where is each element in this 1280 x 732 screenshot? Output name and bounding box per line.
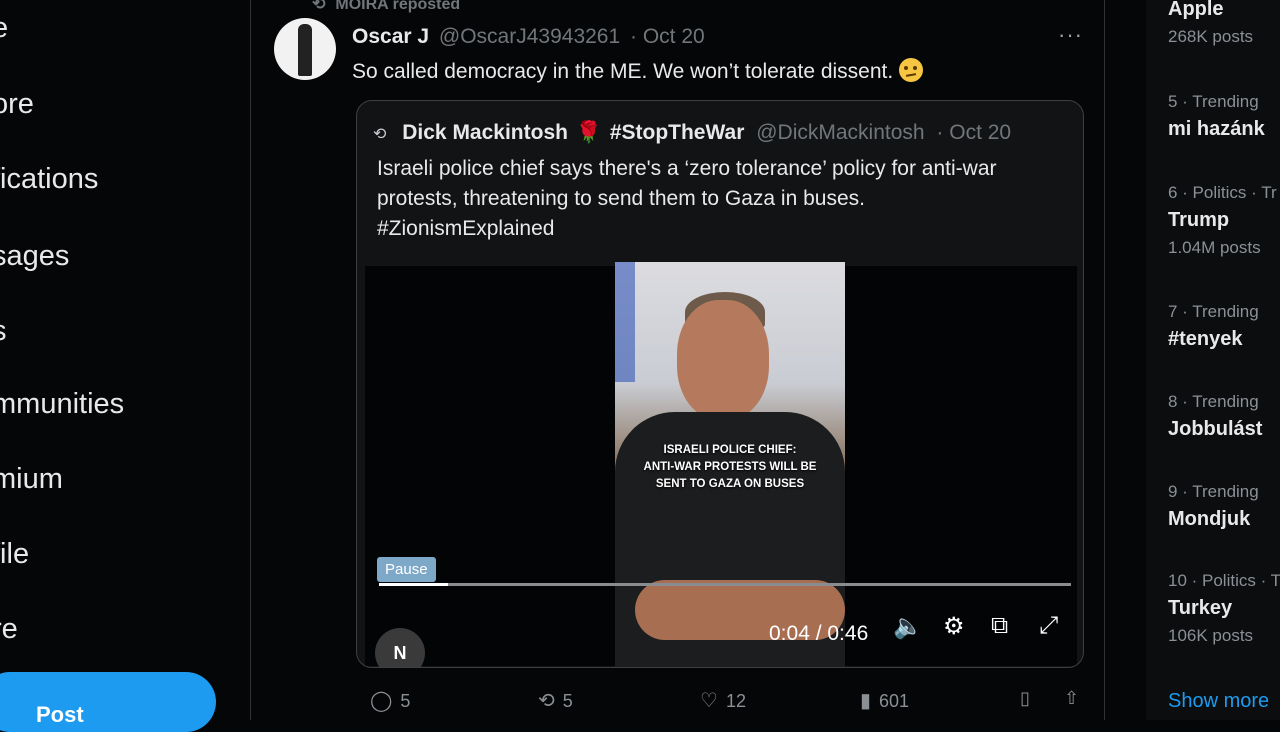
trend-meta: 9 · Trending bbox=[1168, 482, 1259, 501]
post-button[interactable]: Post bbox=[0, 672, 216, 732]
nav-item-lists[interactable]: s bbox=[0, 315, 7, 348]
channel-logo-icon: N bbox=[375, 628, 425, 667]
quote-header: ⟲ Dick Mackintosh 🌹 #StopTheWar @DickMac… bbox=[373, 121, 1011, 145]
share-icon[interactable]: ⇧ bbox=[1064, 688, 1079, 709]
video-progress-fill bbox=[379, 583, 449, 586]
trend-item[interactable]: Apple 268K posts bbox=[1168, 0, 1253, 47]
trend-title: Apple bbox=[1168, 0, 1224, 20]
trend-meta: 6 · Politics · Tr bbox=[1168, 183, 1277, 202]
nav-item-explore[interactable]: ore bbox=[0, 88, 34, 121]
repost-text: MOIRA reposted bbox=[335, 0, 461, 13]
tweet-date[interactable]: · Oct 20 bbox=[630, 25, 705, 48]
quote-text-line: Israeli police chief says there's a ‘zer… bbox=[377, 157, 997, 180]
trend-meta: 10 · Politics · T bbox=[1168, 571, 1280, 590]
nav-item-messages[interactable]: sages bbox=[0, 240, 69, 273]
trend-item[interactable]: 5 · Trending mi hazánk bbox=[1168, 92, 1265, 141]
repost-indicator: ⟲ MOIRA reposted bbox=[312, 0, 460, 14]
avatar-figure bbox=[298, 24, 312, 76]
like-button[interactable]: ♡ 12 bbox=[700, 688, 746, 713]
trend-title: Trump bbox=[1168, 209, 1230, 231]
video-caption-line: ISRAELI POLICE CHIEF: bbox=[663, 444, 797, 456]
view-count: 601 bbox=[879, 691, 910, 711]
repost-icon: ⟲ bbox=[373, 126, 387, 143]
rose-icon: 🌹 bbox=[575, 121, 602, 144]
pause-tooltip: Pause bbox=[377, 557, 436, 582]
quoted-tweet[interactable]: ⟲ Dick Mackintosh 🌹 #StopTheWar @DickMac… bbox=[356, 100, 1084, 668]
quote-author-name[interactable]: Dick Mackintosh bbox=[402, 121, 568, 144]
trend-item[interactable]: 9 · Trending Mondjuk bbox=[1168, 482, 1259, 531]
trend-item[interactable]: 7 · Trending #tenyek bbox=[1168, 302, 1259, 351]
settings-gear-icon[interactable]: ⚙ bbox=[943, 612, 965, 641]
tweet-actions: ◯ 5 ⟲ 5 ♡ 12 ▮ 601 ▯ ⇧ bbox=[362, 684, 1082, 720]
column-divider-left bbox=[250, 0, 251, 720]
video-player[interactable]: ISRAELI POLICE CHIEF: ANTI-WAR PROTESTS … bbox=[365, 262, 1077, 667]
eye-roll-emoji-icon bbox=[899, 58, 924, 82]
tweet-text: So called democracy in the ME. We won’t … bbox=[352, 58, 924, 84]
show-more-link[interactable]: Show more bbox=[1168, 690, 1269, 713]
quote-author-tag: #StopTheWar bbox=[609, 121, 745, 144]
fullscreen-icon[interactable]: ⤢ bbox=[1039, 612, 1058, 640]
tweet-header: Oscar J @OscarJ43943261 · Oct 20 bbox=[352, 25, 705, 49]
reply-icon: ◯ bbox=[370, 690, 393, 712]
trend-item[interactable]: 8 · Trending Jobbulást bbox=[1168, 392, 1262, 441]
trend-title: Jobbulást bbox=[1168, 418, 1263, 440]
bookmark-icon[interactable]: ▯ bbox=[1020, 688, 1030, 709]
picture-in-picture-icon[interactable]: ⧉ bbox=[991, 612, 1008, 640]
avatar[interactable] bbox=[274, 18, 336, 80]
tweet-text-body: So called democracy in the ME. We won’t … bbox=[352, 60, 894, 83]
quote-text: Israeli police chief says there's a ‘zer… bbox=[377, 154, 1067, 244]
trend-posts: 1.04M posts bbox=[1168, 238, 1261, 257]
repost-icon: ⟲ bbox=[538, 690, 555, 712]
author-handle[interactable]: @OscarJ43943261 bbox=[439, 25, 620, 48]
video-frame: ISRAELI POLICE CHIEF: ANTI-WAR PROTESTS … bbox=[615, 262, 845, 667]
video-progress-bar[interactable] bbox=[379, 583, 1071, 586]
trend-meta: 5 · Trending bbox=[1168, 92, 1259, 111]
column-divider-right bbox=[1104, 0, 1105, 720]
heart-icon: ♡ bbox=[700, 690, 718, 712]
trend-posts: 268K posts bbox=[1168, 27, 1254, 46]
volume-icon[interactable]: 🔈 bbox=[893, 612, 923, 641]
timeline-main: ⟲ MOIRA reposted Oscar J @OscarJ43943261 … bbox=[252, 0, 1104, 720]
trend-item[interactable]: 6 · Politics · Tr Trump 1.04M posts bbox=[1168, 183, 1277, 258]
trend-item[interactable]: 10 · Politics · T Turkey 106K posts bbox=[1168, 571, 1280, 646]
flag-decoration bbox=[615, 262, 635, 382]
reply-button[interactable]: ◯ 5 bbox=[370, 688, 410, 713]
quote-date[interactable]: · Oct 20 bbox=[936, 121, 1011, 144]
quote-hashtag[interactable]: #ZionismExplained bbox=[377, 214, 1067, 244]
video-time: 0:04 / 0:46 bbox=[769, 622, 869, 645]
nav-item-premium[interactable]: mium bbox=[0, 463, 63, 496]
nav-item-notifications[interactable]: fications bbox=[0, 163, 98, 196]
repost-icon: ⟲ bbox=[312, 0, 326, 13]
post-button-label: Post bbox=[36, 702, 84, 727]
like-count: 12 bbox=[725, 691, 746, 711]
nav-item-home[interactable]: e bbox=[0, 12, 8, 45]
author-name[interactable]: Oscar J bbox=[352, 25, 429, 48]
views-button[interactable]: ▮ 601 bbox=[860, 688, 909, 713]
repost-button[interactable]: ⟲ 5 bbox=[538, 688, 573, 713]
trend-title: #tenyek bbox=[1168, 328, 1243, 350]
trend-title: mi hazánk bbox=[1168, 118, 1265, 140]
trend-title: Mondjuk bbox=[1168, 508, 1251, 530]
nav-item-profile[interactable]: file bbox=[0, 538, 29, 571]
video-caption-line: ANTI-WAR PROTESTS WILL BE bbox=[643, 461, 817, 473]
reply-count: 5 bbox=[400, 691, 411, 711]
trends-panel: Apple 268K posts 5 · Trending mi hazánk … bbox=[1146, 0, 1280, 720]
quote-author-handle[interactable]: @DickMackintosh bbox=[756, 121, 924, 144]
trend-meta: 7 · Trending bbox=[1168, 302, 1259, 321]
left-navigation: e ore fications sages s mmunities mium f… bbox=[0, 0, 250, 732]
repost-count: 5 bbox=[562, 691, 573, 711]
video-figure-face bbox=[677, 300, 769, 420]
nav-item-more[interactable]: re bbox=[0, 613, 18, 646]
trend-posts: 106K posts bbox=[1168, 626, 1254, 645]
bar-chart-icon: ▮ bbox=[860, 690, 872, 712]
video-caption-line: SENT TO GAZA ON BUSES bbox=[655, 478, 805, 490]
quote-text-line: protests, threatening to send them to Ga… bbox=[377, 187, 865, 210]
more-options-icon[interactable]: ··· bbox=[1058, 22, 1083, 48]
nav-item-communities[interactable]: mmunities bbox=[0, 388, 124, 421]
video-caption: ISRAELI POLICE CHIEF: ANTI-WAR PROTESTS … bbox=[635, 442, 825, 493]
trend-title: Turkey bbox=[1168, 597, 1233, 619]
trend-meta: 8 · Trending bbox=[1168, 392, 1259, 411]
